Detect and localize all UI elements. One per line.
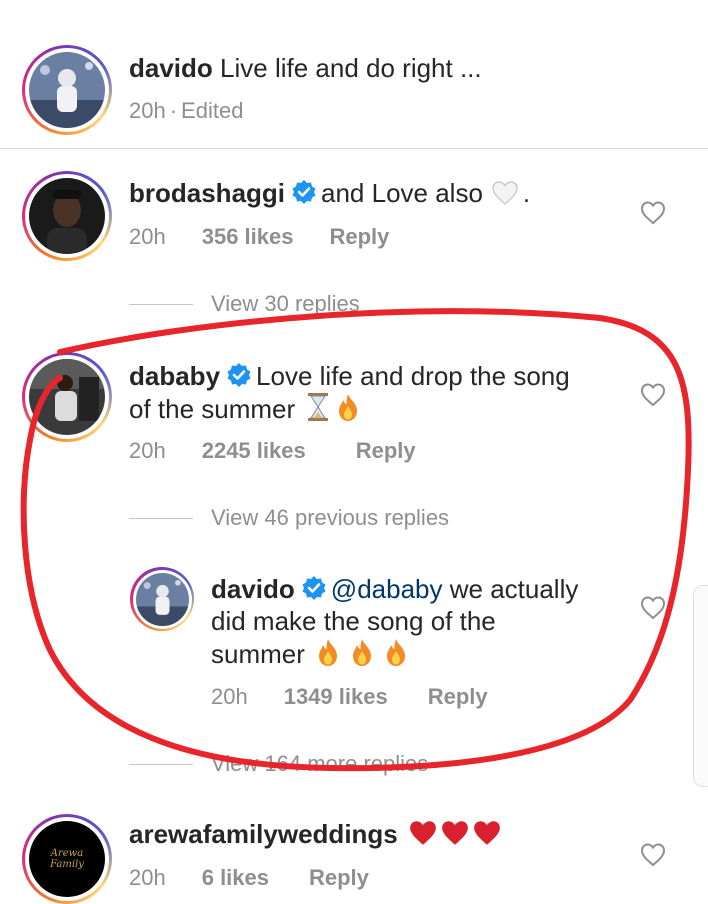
comment-trailing-brodashaggi: . — [522, 178, 531, 208]
reply-mention[interactable]: @dababy — [331, 574, 443, 604]
comment-meta-dababy: 20h 2245 likes Reply — [129, 438, 452, 464]
avatar-dababy[interactable] — [22, 352, 112, 442]
comment-text-brodashaggi: and Love also — [321, 178, 483, 208]
reply-button-arewafamilyweddings[interactable]: Reply — [309, 865, 369, 890]
like-heart-icon[interactable] — [639, 594, 667, 622]
view-previous-replies-dababy[interactable]: View 46 previous replies — [129, 505, 449, 531]
reply-text-line1: we actually — [449, 574, 579, 604]
caption-time: 20h — [129, 98, 166, 123]
fire-icon — [339, 394, 358, 421]
comment-time-brodashaggi: 20h — [129, 224, 166, 249]
caption-meta: 20h · Edited — [129, 98, 279, 124]
brodashaggi-photo-icon — [29, 178, 105, 254]
comment-text-line2-dababy: of the summer — [129, 394, 296, 424]
reply-button-davido[interactable]: Reply — [428, 684, 488, 709]
davido-photo-icon — [29, 52, 105, 128]
red-heart-icon — [441, 821, 468, 845]
caption-text: davido Live life and do right ... — [129, 52, 482, 84]
like-heart-icon[interactable] — [639, 381, 667, 409]
davido-photo-icon — [135, 572, 189, 626]
reply-likes[interactable]: 1349 likes — [284, 684, 388, 709]
comment-dababy: dababy Love life and drop the song of the… — [129, 360, 609, 425]
reply-text-line3: summer — [211, 639, 305, 669]
comment-meta-arewafamilyweddings: 20h 6 likes Reply — [129, 865, 405, 891]
hourglass-icon — [308, 393, 329, 421]
avatar-arewafamilyweddings[interactable]: Arewa Family — [22, 814, 112, 904]
fire-icon — [386, 639, 405, 666]
comment-likes-arewafamilyweddings[interactable]: 6 likes — [202, 865, 269, 890]
dababy-photo-icon — [29, 359, 105, 435]
reply-username-davido[interactable]: davido — [211, 574, 295, 604]
verified-badge-icon — [302, 576, 326, 600]
caption-divider — [0, 148, 708, 149]
comment-meta-brodashaggi: 20h 356 likes Reply — [129, 224, 425, 250]
white-heart-icon — [492, 181, 518, 205]
view-replies-brodashaggi[interactable]: View 30 replies — [129, 291, 360, 317]
comment-username-dababy[interactable]: dababy — [129, 361, 220, 391]
view-previous-label: View 46 previous replies — [211, 505, 450, 530]
reply-text-line2: did make the song of the — [211, 606, 496, 636]
avatar-davido-caption[interactable] — [22, 45, 112, 135]
view-replies-line — [129, 763, 193, 765]
comment-time-dababy: 20h — [129, 438, 166, 463]
like-heart-icon[interactable] — [639, 199, 667, 227]
reply-davido: davido @dababy we actually did make the s… — [211, 573, 611, 670]
verified-badge-icon — [227, 363, 251, 387]
comment-username-arewafamilyweddings[interactable]: arewafamilyweddings — [129, 819, 398, 849]
red-heart-icon — [473, 821, 500, 845]
side-panel-edge — [693, 585, 708, 787]
like-heart-icon[interactable] — [639, 841, 667, 869]
comment-likes-dababy[interactable]: 2245 likes — [202, 438, 306, 463]
caption-separator: · — [169, 98, 178, 123]
view-replies-line — [129, 517, 193, 519]
reply-button-brodashaggi[interactable]: Reply — [329, 224, 389, 249]
reply-button-dababy[interactable]: Reply — [356, 438, 416, 463]
reply-time: 20h — [211, 684, 248, 709]
arewa-logo-text: Arewa Family — [50, 848, 84, 870]
view-replies-line — [129, 303, 193, 305]
view-replies-label: View 30 replies — [211, 291, 360, 316]
comment-brodashaggi: brodashaggi and Love also. — [129, 177, 530, 209]
caption-body: Live life and do right ... — [220, 53, 482, 83]
view-more-label: View 164 more replies — [211, 751, 429, 776]
verified-badge-icon — [292, 180, 316, 204]
fire-icon — [352, 639, 371, 666]
avatar-davido-reply[interactable] — [130, 567, 194, 631]
caption-edited: Edited — [181, 98, 244, 123]
comment-username-brodashaggi[interactable]: brodashaggi — [129, 178, 285, 208]
reply-meta-davido: 20h 1349 likes Reply — [211, 684, 524, 710]
view-more-replies-dababy[interactable]: View 164 more replies — [129, 751, 428, 777]
fire-icon — [318, 639, 337, 666]
comment-likes-brodashaggi[interactable]: 356 likes — [202, 224, 294, 249]
comment-time-arewafamilyweddings: 20h — [129, 865, 166, 890]
avatar-brodashaggi[interactable] — [22, 171, 112, 261]
comment-text-line1-dababy: Love life and drop the song — [256, 361, 570, 391]
red-heart-icon — [409, 821, 436, 845]
caption-username[interactable]: davido — [129, 53, 213, 83]
comment-arewafamilyweddings: arewafamilyweddings — [129, 818, 502, 850]
